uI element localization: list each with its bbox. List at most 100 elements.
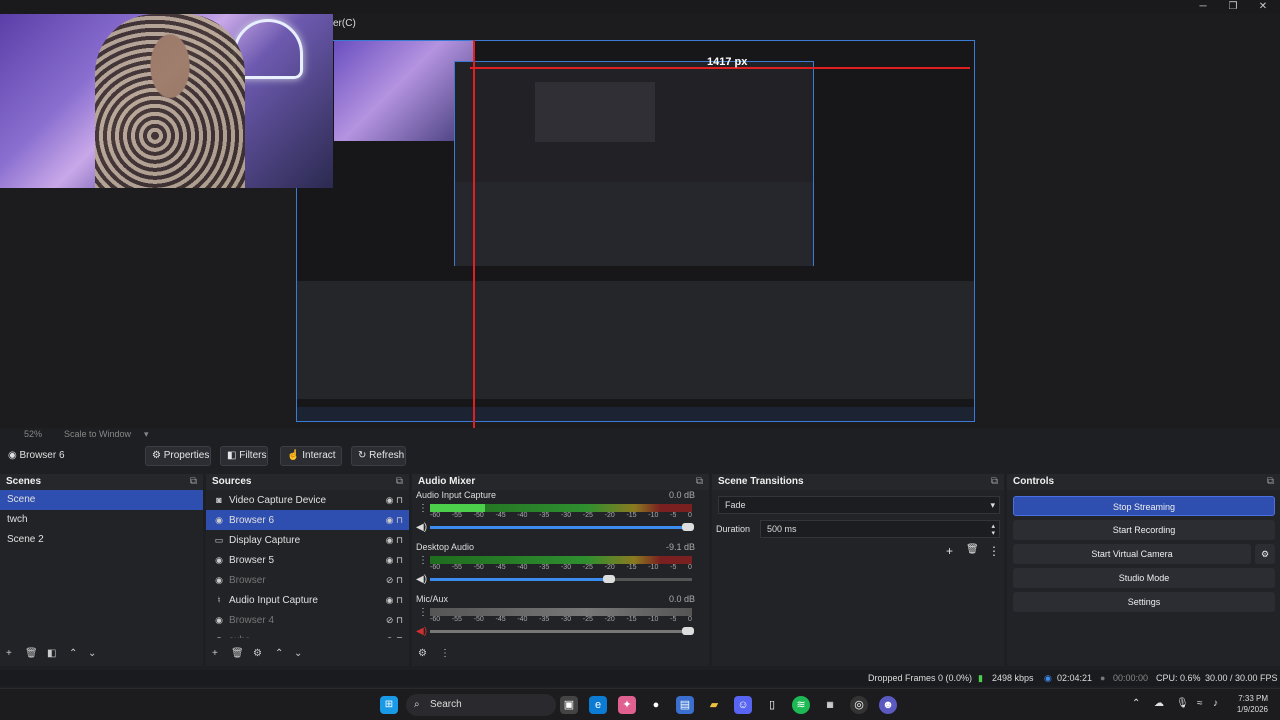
source-item[interactable]: ▭ Display Capture ◉ ⊓ (206, 530, 409, 550)
channel-options-icon[interactable]: ⋮ (418, 607, 428, 618)
channel-options-icon[interactable]: ⋮ (418, 503, 428, 514)
source-item[interactable]: ◙ Video Capture Device ◉ ⊓ (206, 490, 409, 510)
minimize-button[interactable]: ─ (1188, 0, 1218, 14)
source-item[interactable]: ◉ Browser 6 ◉ ⊓ (206, 510, 409, 530)
zoom-dropdown-icon[interactable]: ▾ (144, 429, 149, 440)
volume-slider[interactable] (430, 627, 694, 635)
discord-icon[interactable]: ☺ (734, 696, 752, 714)
edge-icon[interactable]: e (589, 696, 607, 714)
zoom-mode[interactable]: Scale to Window (64, 429, 131, 439)
undock-icon[interactable]: ⧉ (991, 474, 998, 490)
volume-handle[interactable] (682, 627, 694, 635)
visibility-icon[interactable]: ◉ (386, 495, 396, 505)
volume-slider[interactable] (430, 523, 694, 531)
obs-icon[interactable]: ◎ (850, 696, 868, 714)
add-transition-icon[interactable]: + (946, 544, 953, 558)
add-source-icon[interactable]: + (212, 648, 218, 659)
filters-button[interactable]: ◧ Filters (220, 446, 268, 466)
undock-icon[interactable]: ⧉ (696, 474, 703, 490)
visibility-icon[interactable]: ⊘ (386, 615, 396, 625)
microphone-icon[interactable]: 🎙 (1176, 698, 1189, 709)
scene-item[interactable]: twch (0, 510, 203, 530)
add-scene-icon[interactable]: + (6, 648, 12, 659)
task-view-icon[interactable]: ▣ (560, 696, 578, 714)
properties-button[interactable]: ⚙ Properties (145, 446, 211, 466)
lock-icon[interactable]: ⊓ (396, 535, 403, 545)
duration-spinbox[interactable]: 500 ms ▴ ▾ (760, 520, 1000, 538)
studio-mode-button[interactable]: Studio Mode (1013, 568, 1275, 588)
move-down-icon[interactable]: ⌄ (294, 648, 302, 659)
wifi-icon[interactable]: ≈ (1197, 698, 1203, 709)
start-virtual-camera-button[interactable]: Start Virtual Camera (1013, 544, 1251, 564)
maximize-button[interactable]: ❐ (1218, 0, 1248, 14)
meter-tick: -60 (430, 512, 441, 519)
lock-icon[interactable]: ⊓ (396, 595, 403, 605)
scene-item[interactable]: Scene 2 (0, 530, 203, 550)
store-icon[interactable]: ▤ (676, 696, 694, 714)
source-item[interactable]: ♮ Audio Input Capture ◉ ⊓ (206, 590, 409, 610)
visibility-icon[interactable]: ⊘ (386, 635, 396, 638)
remove-source-icon[interactable]: 🗑 (231, 648, 244, 659)
settings-button[interactable]: Settings (1013, 592, 1275, 612)
volume-slider[interactable] (430, 575, 692, 583)
copilot-icon[interactable]: ✦ (618, 696, 636, 714)
remove-transition-icon[interactable]: 🗑 (966, 544, 979, 555)
source-item[interactable]: ◉ Browser 4 ⊘ ⊓ (206, 610, 409, 630)
advanced-audio-icon[interactable]: ⚙ (418, 648, 427, 659)
source-item[interactable]: ◉ Browser ⊘ ⊓ (206, 570, 409, 590)
file-explorer-icon[interactable]: ▰ (705, 696, 723, 714)
cloud-icon[interactable]: ☁ (1154, 698, 1164, 709)
start-icon[interactable]: ⊞ (380, 696, 398, 714)
lock-icon[interactable]: ⊓ (396, 555, 403, 565)
transition-options-icon[interactable]: ⋮ (988, 544, 1000, 558)
lock-icon[interactable]: ⊓ (396, 615, 403, 625)
start-recording-button[interactable]: Start Recording (1013, 520, 1275, 540)
visibility-icon[interactable]: ⊘ (386, 575, 396, 585)
app-icon[interactable]: ▦ (821, 696, 839, 714)
visibility-icon[interactable]: ◉ (386, 555, 396, 565)
visibility-icon[interactable]: ◉ (386, 515, 396, 525)
pin-app-icon[interactable]: ● (647, 696, 665, 714)
undock-icon[interactable]: ⧉ (1267, 474, 1274, 490)
lock-icon[interactable]: ⊓ (396, 575, 403, 585)
lock-icon[interactable]: ⊓ (396, 635, 403, 638)
undock-icon[interactable]: ⧉ (396, 474, 403, 490)
source-item[interactable]: ◉ subs ⊘ ⊓ (206, 630, 409, 638)
virtual-camera-settings-button[interactable]: ⚙ (1255, 544, 1275, 564)
tray-chevron-icon[interactable]: ⌃ (1132, 698, 1140, 709)
source-item[interactable]: ◉ Browser 5 ◉ ⊓ (206, 550, 409, 570)
taskbar-search[interactable]: ⌕ Search (406, 694, 556, 716)
volume-handle[interactable] (603, 575, 616, 583)
volume-handle[interactable] (682, 523, 694, 531)
speaker-icon[interactable]: ◀) (416, 522, 427, 533)
stop-streaming-button[interactable]: Stop Streaming (1013, 496, 1275, 516)
spotify-icon[interactable]: ≋ (792, 696, 810, 714)
undock-icon[interactable]: ⧉ (190, 474, 197, 490)
lock-icon[interactable]: ⊓ (396, 515, 403, 525)
filters-icon[interactable]: ◧ (47, 648, 56, 659)
source-properties-icon[interactable]: ⚙ (253, 648, 262, 659)
move-up-icon[interactable]: ⌃ (275, 648, 283, 659)
volume-icon[interactable]: ♪ (1213, 698, 1218, 709)
refresh-button[interactable]: ↻ Refresh (351, 446, 406, 466)
move-down-icon[interactable]: ⌄ (88, 648, 96, 659)
scene-item[interactable]: Scene (0, 490, 203, 510)
visibility-icon[interactable]: ◉ (386, 535, 396, 545)
spin-arrows-icon[interactable]: ▴ ▾ (991, 523, 995, 537)
lock-icon[interactable]: ⊓ (396, 495, 403, 505)
speaker-icon[interactable]: ◀) (416, 626, 427, 637)
channel-options-icon[interactable]: ⋮ (418, 555, 428, 566)
remove-scene-icon[interactable]: 🗑 (25, 648, 38, 659)
clock[interactable]: 7:33 PM 1/9/2026 (1237, 693, 1268, 715)
document-icon[interactable]: ▯ (763, 696, 781, 714)
transition-select[interactable]: Fade ▾ (718, 496, 1000, 514)
preview-canvas[interactable]: 1417 px (0, 14, 1280, 428)
move-up-icon[interactable]: ⌃ (69, 648, 77, 659)
more-options-icon[interactable]: ⋮ (440, 648, 450, 659)
messenger-icon[interactable]: ☻ (879, 696, 897, 714)
speaker-icon[interactable]: ◀) (416, 574, 427, 585)
interact-button[interactable]: ☝ Interact (280, 446, 342, 466)
zoom-level[interactable]: 52% (24, 429, 42, 439)
close-button[interactable]: ✕ (1248, 0, 1278, 14)
visibility-icon[interactable]: ◉ (386, 595, 396, 605)
